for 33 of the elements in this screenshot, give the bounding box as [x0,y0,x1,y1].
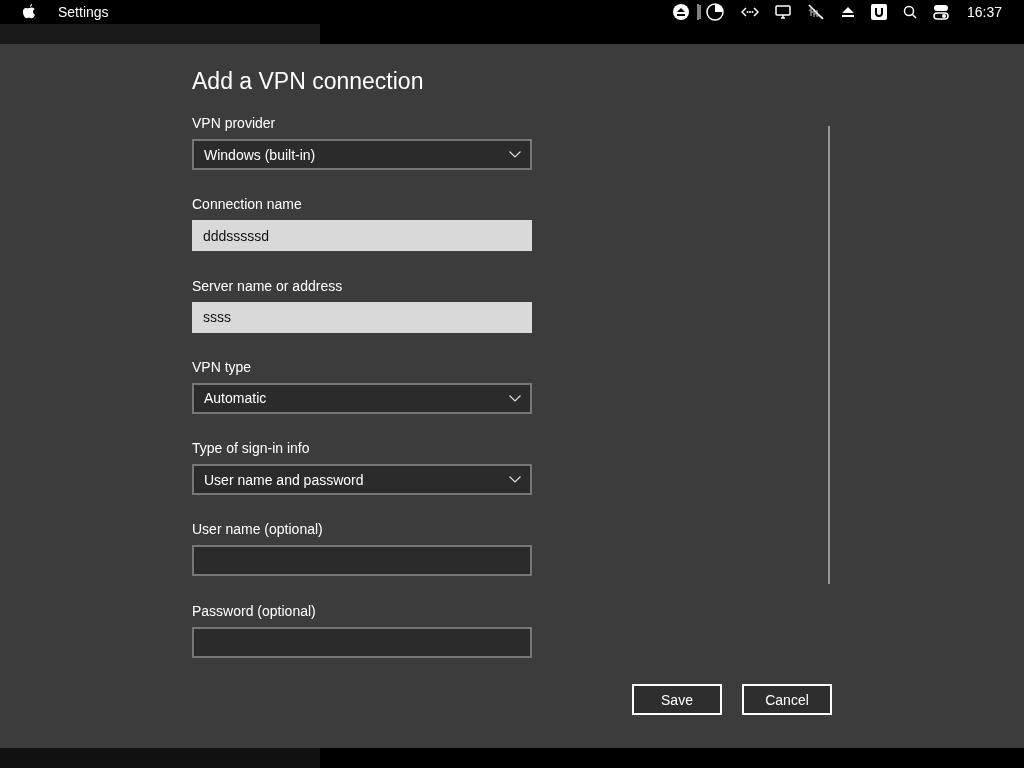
eject-icon[interactable] [672,4,689,20]
search-icon[interactable] [902,5,917,19]
scrollbar[interactable] [828,126,830,584]
field-label: Password (optional) [192,602,317,621]
dropdown[interactable]: Windows (built-in) [192,139,532,171]
chevron-down-icon [509,394,521,402]
field-label: VPN type [192,358,253,377]
monitor-icon[interactable] [774,5,791,19]
code-arrows-icon[interactable] [740,6,759,18]
input-field[interactable]: dddsssssd [192,220,532,252]
chevron-down-icon [509,151,521,159]
input-field[interactable] [192,626,532,658]
field-label: Server name or address [192,277,344,296]
clock: 16:37 [966,4,1002,20]
control-center-icon[interactable] [932,4,949,20]
field-label: Type of sign-in info [192,440,311,459]
app-name[interactable]: Settings [58,4,109,20]
chevron-down-icon [509,476,521,484]
dialog-title: Add a VPN connection [192,68,425,96]
save-button[interactable]: Save [632,684,722,715]
pie-chart-icon[interactable] [694,2,725,22]
cancel-button[interactable]: Cancel [742,684,832,715]
apple-logo-icon[interactable] [22,4,36,20]
input-field[interactable]: ssss [192,301,532,333]
wifi-off-icon[interactable] [806,4,825,20]
field-label: VPN provider [192,115,277,134]
input-field[interactable] [192,545,532,577]
dropdown[interactable]: Automatic [192,382,532,414]
field-label: User name (optional) [192,521,324,540]
eject-icon[interactable] [840,6,855,18]
dropdown[interactable]: User name and password [192,464,532,496]
u-badge-icon[interactable] [870,4,887,20]
field-label: Connection name [192,196,303,215]
